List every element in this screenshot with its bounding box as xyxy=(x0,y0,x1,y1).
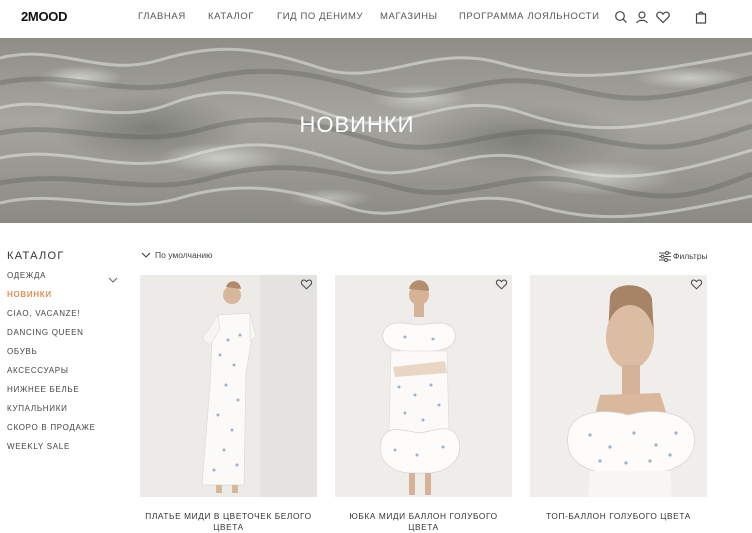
chevron-down-icon[interactable] xyxy=(108,271,118,283)
sidebar-item-coming-soon[interactable]: СКОРО В ПРОДАЖЕ xyxy=(7,423,96,432)
product-card[interactable]: ТОП-БАЛЛОН ГОЛУБОГО ЦВЕТА xyxy=(530,275,707,533)
hero-banner: НОВИНКИ xyxy=(0,38,752,223)
nav-item-loyalty[interactable]: ПРОГРАММА ЛОЯЛЬНОСТИ xyxy=(459,11,600,22)
chevron-down-icon xyxy=(141,252,151,258)
product-image[interactable] xyxy=(140,275,317,497)
product-card[interactable]: ПЛАТЬЕ МИДИ В ЦВЕТОЧЕК БЕЛОГО ЦВЕТА xyxy=(140,275,317,533)
nav-item-denim-guide[interactable]: ГИД ПО ДЕНИМУ xyxy=(277,11,363,22)
bag-icon[interactable] xyxy=(693,9,709,25)
sidebar-item-underwear[interactable]: НИЖНЕЕ БЕЛЬЕ xyxy=(7,385,79,394)
product-title[interactable]: ТОП-БАЛЛОН ГОЛУБОГО ЦВЕТА xyxy=(530,511,707,522)
heart-icon[interactable] xyxy=(300,278,313,290)
product-image[interactable] xyxy=(335,275,512,497)
sidebar-item-dancing-queen[interactable]: DANCING QUEEN xyxy=(7,328,84,337)
nav-item-catalog[interactable]: КАТАЛОГ xyxy=(208,11,254,22)
product-card[interactable]: ЮБКА МИДИ БАЛЛОН ГОЛУБОГО ЦВЕТА xyxy=(335,275,512,533)
filters-label: Фильтры xyxy=(673,251,708,261)
search-icon[interactable] xyxy=(613,9,629,25)
sidebar-item-weekly-sale[interactable]: WEEKLY SALE xyxy=(7,442,70,451)
product-title[interactable]: ЮБКА МИДИ БАЛЛОН ГОЛУБОГО ЦВЕТА xyxy=(335,511,512,533)
filter-sliders-icon xyxy=(659,251,671,262)
sidebar-item-clothing[interactable]: ОДЕЖДА xyxy=(7,271,46,280)
sidebar-item-shoes[interactable]: ОБУВЬ xyxy=(7,347,37,356)
heart-icon[interactable] xyxy=(655,9,671,25)
heart-icon[interactable] xyxy=(690,278,703,290)
sidebar-item-accessories[interactable]: АКСЕССУАРЫ xyxy=(7,366,69,375)
sidebar-item-ciao-vacanze[interactable]: CIAO, VACANZE! xyxy=(7,309,80,318)
heart-icon[interactable] xyxy=(495,278,508,290)
sidebar-title: КАТАЛОГ xyxy=(7,250,65,262)
user-icon[interactable] xyxy=(634,9,650,25)
nav-item-stores[interactable]: МАГАЗИНЫ xyxy=(380,11,438,22)
product-title[interactable]: ПЛАТЬЕ МИДИ В ЦВЕТОЧЕК БЕЛОГО ЦВЕТА xyxy=(140,511,317,533)
catalog-sidebar: КАТАЛОГ xyxy=(7,250,125,266)
page-title: НОВИНКИ xyxy=(299,112,415,137)
site-header: 2MOOD ГЛАВНАЯ КАТАЛОГ ГИД ПО ДЕНИМУ МАГА… xyxy=(0,0,752,38)
sidebar-item-new[interactable]: НОВИНКИ xyxy=(7,290,52,299)
product-image[interactable] xyxy=(530,275,707,497)
sort-label: По умолчанию xyxy=(155,250,213,260)
nav-item-home[interactable]: ГЛАВНАЯ xyxy=(138,11,186,22)
sidebar-item-swimwear[interactable]: КУПАЛЬНИКИ xyxy=(7,404,68,413)
